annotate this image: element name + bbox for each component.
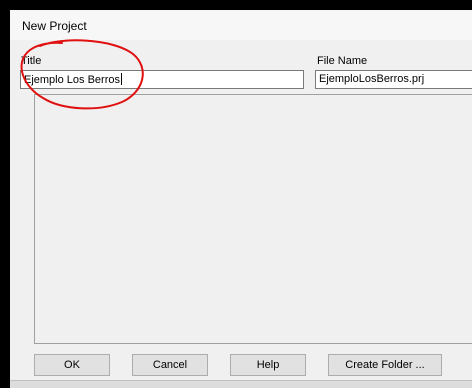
- dialog-title-bar[interactable]: New Project: [10, 10, 472, 40]
- file-name-label: File Name: [317, 55, 368, 67]
- file-name-input-value: EjemploLosBerros.prj: [319, 73, 425, 85]
- title-input[interactable]: Ejemplo Los Berros: [20, 70, 304, 89]
- dialog-title: New Project: [22, 19, 87, 33]
- title-label: Title: [21, 55, 42, 67]
- help-button[interactable]: Help: [230, 354, 306, 376]
- cancel-button[interactable]: Cancel: [132, 354, 208, 376]
- ok-button[interactable]: OK: [34, 354, 110, 376]
- new-project-dialog: New Project Title Ejemplo Los Berros Fil…: [10, 10, 472, 388]
- file-name-input[interactable]: EjemploLosBerros.prj: [315, 70, 472, 89]
- title-input-value: Ejemplo Los Berros: [24, 74, 120, 86]
- project-folder-area[interactable]: [34, 94, 472, 344]
- create-folder-button[interactable]: Create Folder ...: [328, 354, 442, 376]
- text-caret: [121, 73, 122, 85]
- status-bar: [10, 380, 472, 388]
